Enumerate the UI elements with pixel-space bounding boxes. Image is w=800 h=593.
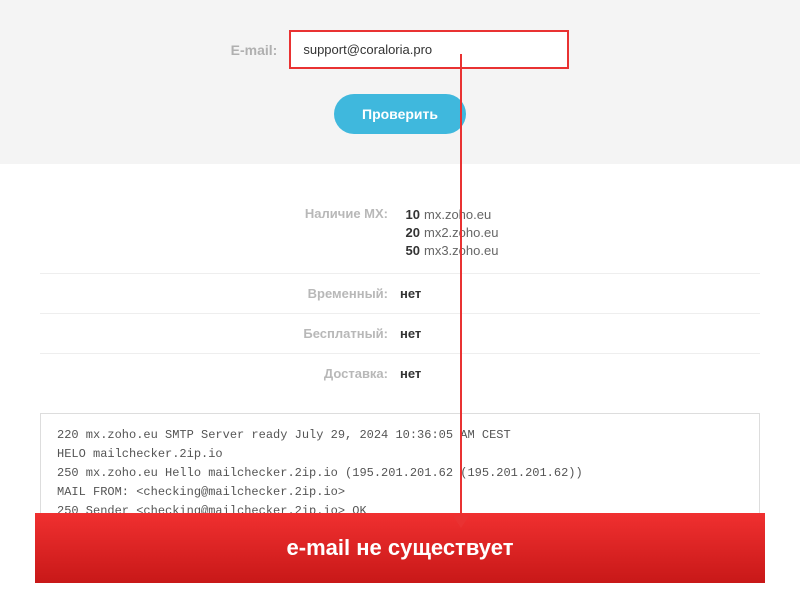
results-section: Наличие MX: 10 mx.zoho.eu 20 mx2.zoho.eu… <box>0 164 800 403</box>
form-section: E-mail: Проверить <box>0 0 800 164</box>
email-input[interactable] <box>289 30 569 69</box>
status-banner: e-mail не существует <box>35 513 765 583</box>
temporary-row: Временный: нет <box>40 274 760 314</box>
mx-priority: 20 <box>400 224 420 242</box>
mx-priority: 50 <box>400 242 420 260</box>
free-label: Бесплатный: <box>40 326 400 341</box>
mx-host: mx.zoho.eu <box>424 206 491 224</box>
temporary-label: Временный: <box>40 286 400 301</box>
delivery-label: Доставка: <box>40 366 400 381</box>
check-button[interactable]: Проверить <box>334 94 466 134</box>
mx-host: mx3.zoho.eu <box>424 242 498 260</box>
free-value: нет <box>400 326 760 341</box>
mx-record: 20 mx2.zoho.eu <box>400 224 760 242</box>
temporary-value: нет <box>400 286 760 301</box>
mx-label: Наличие MX: <box>40 206 400 221</box>
delivery-row: Доставка: нет <box>40 354 760 393</box>
email-label: E-mail: <box>231 42 278 58</box>
mx-value: 10 mx.zoho.eu 20 mx2.zoho.eu 50 mx3.zoho… <box>400 206 760 261</box>
free-row: Бесплатный: нет <box>40 314 760 354</box>
mx-record: 10 mx.zoho.eu <box>400 206 760 224</box>
email-form-row: E-mail: <box>40 30 760 69</box>
mx-record: 50 mx3.zoho.eu <box>400 242 760 260</box>
delivery-value: нет <box>400 366 760 381</box>
mx-row: Наличие MX: 10 mx.zoho.eu 20 mx2.zoho.eu… <box>40 194 760 274</box>
mx-priority: 10 <box>400 206 420 224</box>
mx-host: mx2.zoho.eu <box>424 224 498 242</box>
